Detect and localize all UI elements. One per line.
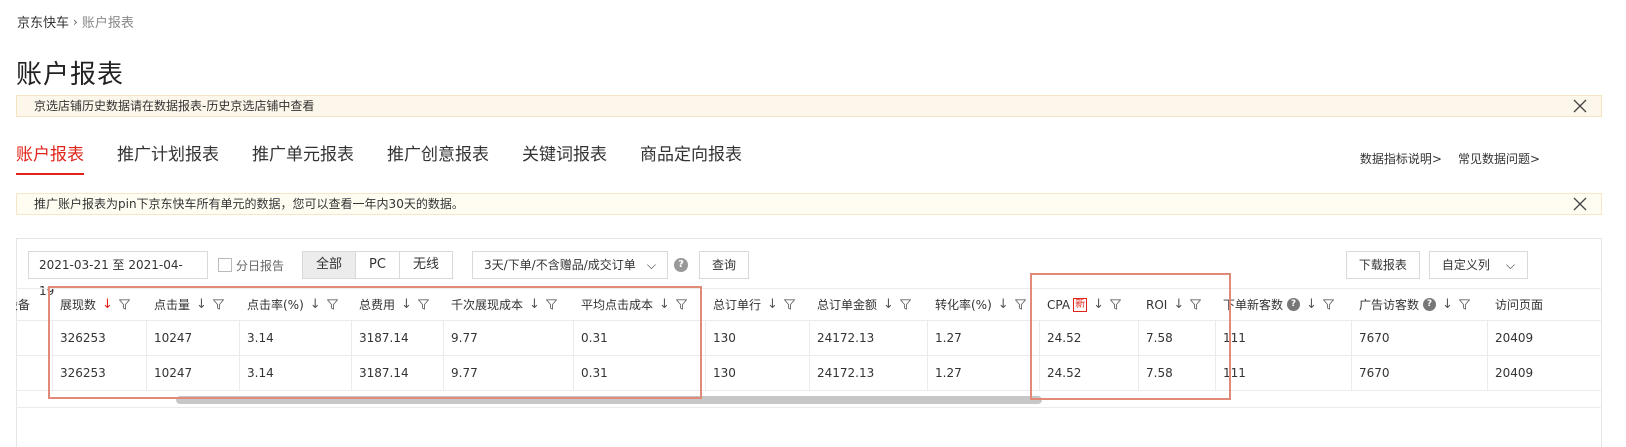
column-header-label: 总订单行: [713, 298, 762, 312]
column-header: 广告访客数? ↓: [1351, 289, 1470, 320]
table-cell: 7670: [1359, 366, 1390, 380]
close-icon[interactable]: [1573, 197, 1587, 211]
breadcrumb-current: 账户报表: [81, 16, 134, 31]
segment-wireless[interactable]: 无线: [400, 252, 452, 278]
checkbox-box[interactable]: [218, 258, 232, 272]
chevron-down-icon: ⌵: [646, 258, 656, 272]
attribution-value: 3天/下单/不含赠品/成交订单: [483, 258, 636, 272]
column-divider: [927, 321, 928, 391]
close-icon[interactable]: [1573, 99, 1587, 113]
column-header-label: 总订单金额: [817, 298, 878, 312]
breadcrumb-separator: ›: [73, 14, 78, 29]
sort-arrow-icon[interactable]: ↓: [883, 297, 894, 312]
filter-icon[interactable]: [1322, 299, 1334, 310]
custom-columns-label: 自定义列: [1441, 258, 1490, 272]
column-header: 总订单行 ↓: [705, 289, 795, 320]
breadcrumb: 京东快车 › 账户报表: [17, 12, 134, 32]
help-icon[interactable]: ?: [1287, 298, 1301, 311]
page-title: 账户报表: [16, 60, 125, 90]
column-divider: [1351, 321, 1352, 391]
highlight-box-core-metrics: [48, 286, 702, 399]
date-range-picker[interactable]: 2021-03-21 至 2021-04-19: [28, 251, 208, 298]
column-header: 下单新客数? ↓: [1215, 289, 1334, 320]
filter-icon[interactable]: [1014, 299, 1026, 310]
report-tabs: 账户报表 推广计划报表 推广单元报表 推广创意报表 关键词报表 商品定向报表: [16, 140, 742, 175]
sort-arrow-icon[interactable]: ↓: [1306, 297, 1317, 312]
table-cell: 20409: [1495, 331, 1534, 345]
daily-report-checkbox[interactable]: 分日报告: [218, 257, 284, 274]
notice-history-store: 京选店铺历史数据请在数据报表-历史京选店铺中查看: [16, 95, 1602, 117]
tab-unit-report[interactable]: 推广单元报表: [252, 140, 354, 175]
notice-text: 京选店铺历史数据请在数据报表-历史京选店铺中查看: [34, 99, 315, 113]
device-segment: 全部 PC 无线: [302, 251, 453, 279]
notice-text: 推广账户报表为pin下京东快车所有单元的数据，您可以查看一年内30天的数据。: [34, 197, 464, 211]
attribution-dropdown[interactable]: 3天/下单/不含赠品/成交订单 ⌵: [471, 251, 668, 279]
faq-link[interactable]: 常见数据问题>: [1458, 150, 1540, 167]
help-icon[interactable]: ?: [673, 258, 688, 272]
table-cell: 7670: [1359, 331, 1390, 345]
table-cell: 130: [713, 331, 736, 345]
filter-bar: 2021-03-21 至 2021-04-19 分日报告 全部 PC 无线 3天…: [28, 251, 749, 298]
column-divider: [705, 321, 706, 391]
tab-campaign-report[interactable]: 推广计划报表: [117, 140, 219, 175]
sort-arrow-icon[interactable]: ↓: [998, 297, 1009, 312]
help-icon[interactable]: ?: [1423, 298, 1437, 311]
metric-explanation-link[interactable]: 数据指标说明>: [1360, 150, 1442, 167]
query-button[interactable]: 查询: [698, 251, 749, 279]
tab-product-targeting-report[interactable]: 商品定向报表: [640, 140, 742, 175]
divider: [16, 407, 1602, 408]
segment-pc[interactable]: PC: [356, 252, 400, 278]
column-divider: [1487, 321, 1488, 391]
column-header: 设备: [16, 289, 30, 320]
tab-creative-report[interactable]: 推广创意报表: [387, 140, 489, 175]
sort-arrow-icon[interactable]: ↓: [1442, 297, 1453, 312]
column-header: 访问页面: [1487, 289, 1543, 320]
help-links: 数据指标说明> 常见数据问题>: [1360, 150, 1540, 167]
column-header-label: 设备: [16, 298, 31, 312]
filter-icon[interactable]: [783, 299, 795, 310]
column-header-label: 转化率(%): [935, 298, 992, 312]
column-header: 总订单金额 ↓: [809, 289, 911, 320]
table-cell: 20409: [1495, 366, 1534, 380]
report-actions: 下载报表 自定义列 ⌵: [1345, 251, 1528, 279]
filter-icon[interactable]: [1458, 299, 1470, 310]
notice-account-report: 推广账户报表为pin下京东快车所有单元的数据，您可以查看一年内30天的数据。: [16, 193, 1602, 215]
chevron-down-icon: ⌵: [1505, 258, 1515, 272]
table-cell: 1.27: [935, 366, 962, 380]
tab-keyword-report[interactable]: 关键词报表: [522, 140, 607, 175]
column-header-label: 广告访客数: [1359, 298, 1420, 312]
filter-icon[interactable]: [899, 299, 911, 310]
daily-report-label: 分日报告: [236, 258, 285, 273]
column-header-label: 下单新客数: [1223, 298, 1284, 312]
tab-account-report[interactable]: 账户报表: [16, 140, 84, 175]
breadcrumb-root[interactable]: 京东快车: [17, 12, 69, 31]
custom-columns-button[interactable]: 自定义列 ⌵: [1428, 251, 1528, 279]
download-report-button[interactable]: 下载报表: [1345, 251, 1420, 279]
table-cell: 24172.13: [817, 331, 875, 345]
sort-arrow-icon[interactable]: ↓: [767, 297, 778, 312]
highlight-box-cpa-roi: [1030, 273, 1231, 400]
column-divider: [809, 321, 810, 391]
table-cell: 1.27: [935, 331, 962, 345]
segment-all[interactable]: 全部: [303, 252, 357, 278]
column-header-label: 访问页面: [1495, 298, 1544, 312]
table-cell: 130: [713, 366, 736, 380]
table-cell: 24172.13: [817, 366, 875, 380]
column-header: 转化率(%) ↓: [927, 289, 1026, 320]
